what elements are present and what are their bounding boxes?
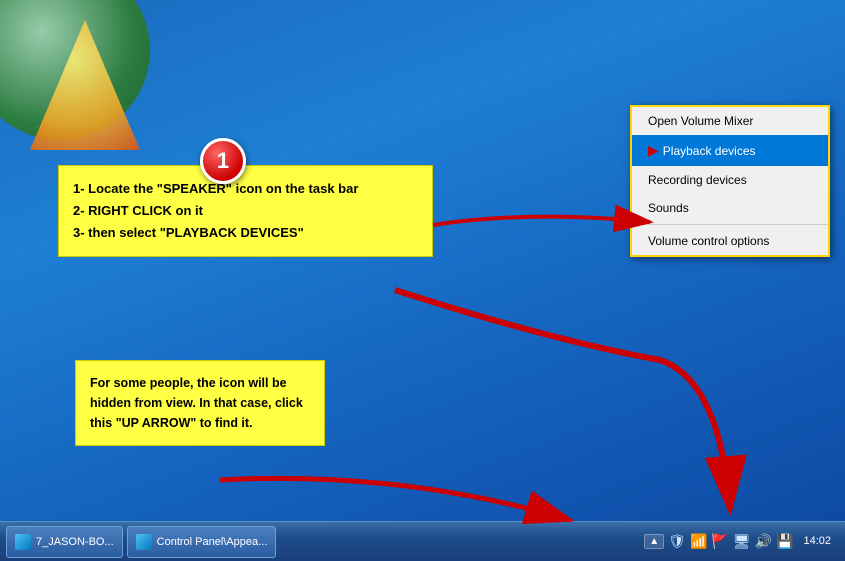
step1-circle: 1	[200, 138, 246, 184]
menu-item-open-volume-mixer-label: Open Volume Mixer	[648, 114, 753, 128]
tray-drive-icon[interactable]: 💾	[776, 533, 793, 550]
taskbar-item-2-icon	[136, 534, 152, 550]
tray-network-icon[interactable]: 📶	[690, 533, 707, 550]
menu-item-recording-devices[interactable]: Recording devices	[632, 166, 828, 194]
taskbar-item-2[interactable]: Control Panel\Appea...	[127, 526, 277, 558]
systray: ▲ 🛡 📶 🚩 🖥 🔊 💾 14:02	[636, 533, 845, 550]
callout1-line3: 3- then select "PLAYBACK DEVICES"	[73, 222, 418, 244]
taskbar: 7_JASON-BO... Control Panel\Appea... ▲ 🛡…	[0, 521, 845, 561]
menu-item-sounds-label: Sounds	[648, 201, 689, 215]
context-menu: Open Volume Mixer ▶ Playback devices Rec…	[630, 105, 830, 257]
step1-number: 1	[217, 148, 229, 174]
tray-monitor-icon[interactable]: 🖥	[733, 533, 751, 550]
menu-item-volume-control-options[interactable]: Volume control options	[632, 227, 828, 255]
start-area: 7_JASON-BO... Control Panel\Appea...	[0, 522, 282, 561]
taskbar-item-1-label: 7_JASON-BO...	[36, 536, 114, 548]
tray-security-icon[interactable]: 🛡	[668, 533, 686, 550]
playback-arrow-indicator: ▶	[648, 142, 659, 159]
taskbar-item-1-icon	[15, 534, 31, 550]
callout2-text: For some people, the icon will be hidden…	[90, 373, 310, 433]
tray-speaker-icon[interactable]: 🔊	[755, 533, 772, 550]
callout2-box: For some people, the icon will be hidden…	[75, 360, 325, 446]
tray-up-arrow[interactable]: ▲	[644, 534, 664, 549]
taskbar-item-2-label: Control Panel\Appea...	[157, 536, 268, 548]
menu-item-playback-devices[interactable]: ▶ Playback devices	[632, 135, 828, 166]
taskbar-clock: 14:02	[797, 534, 837, 549]
menu-item-playback-devices-label: Playback devices	[663, 144, 756, 158]
taskbar-item-1[interactable]: 7_JASON-BO...	[6, 526, 123, 558]
tray-flag-icon[interactable]: 🚩	[711, 533, 728, 550]
menu-item-sounds[interactable]: Sounds	[632, 194, 828, 222]
callout1-line2: 2- RIGHT CLICK on it	[73, 200, 418, 222]
menu-item-open-volume-mixer[interactable]: Open Volume Mixer	[632, 107, 828, 135]
menu-item-volume-control-options-label: Volume control options	[648, 234, 769, 248]
desktop: ▲ 🛡 📶 🔊 14:10 Open Volume Mixer ▶ Playba…	[0, 0, 845, 561]
context-menu-separator	[632, 224, 828, 225]
menu-item-recording-devices-label: Recording devices	[648, 173, 747, 187]
step1-badge: 1	[200, 138, 246, 184]
